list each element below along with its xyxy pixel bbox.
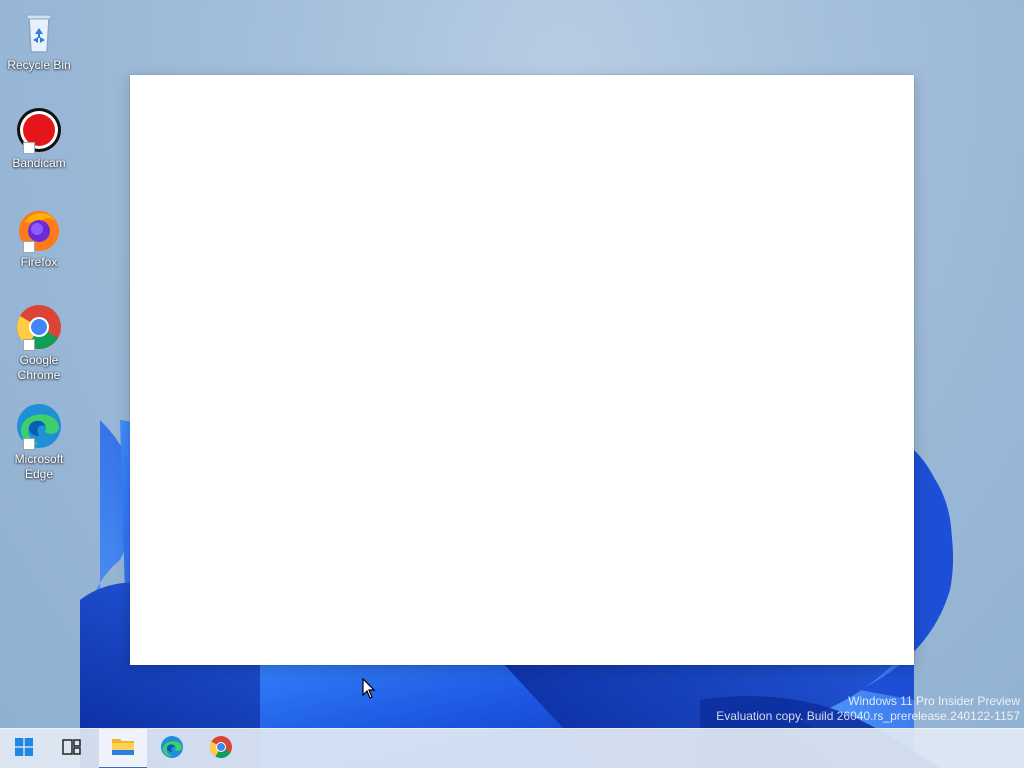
watermark-edition: Windows 11 Pro Insider Preview	[848, 694, 1020, 708]
start-button[interactable]	[0, 729, 48, 768]
shortcut-arrow-icon	[23, 142, 35, 154]
file-explorer-taskbar-button[interactable]	[99, 729, 147, 768]
chrome-icon	[15, 303, 63, 351]
task-view-icon	[62, 738, 82, 761]
build-watermark: Windows 11 Pro Insider Preview Evaluatio…	[716, 694, 1020, 724]
desktop-icon-firefox[interactable]: Firefox	[4, 205, 74, 270]
blank-window[interactable]	[130, 75, 914, 665]
chrome-taskbar-button[interactable]	[197, 729, 245, 768]
desktop-icon-bandicam[interactable]: Bandicam	[4, 106, 74, 171]
recycle-bin-icon	[15, 8, 63, 56]
watermark-build: Evaluation copy. Build 26040.rs_prerelea…	[716, 709, 1020, 723]
edge-taskbar-button[interactable]	[148, 729, 196, 768]
shortcut-arrow-icon	[23, 438, 35, 450]
desktop-icon-label: Recycle Bin	[7, 58, 71, 72]
chrome-icon	[209, 735, 233, 764]
file-explorer-icon	[111, 735, 135, 762]
mouse-cursor-icon	[362, 678, 376, 699]
desktop-icon-label: Firefox	[20, 255, 58, 269]
desktop-icon-microsoft-edge[interactable]: Microsoft Edge	[4, 402, 74, 482]
desktop-icon-google-chrome[interactable]: Google Chrome	[4, 303, 74, 383]
shortcut-arrow-icon	[23, 241, 35, 253]
task-view-button[interactable]	[48, 729, 96, 768]
shortcut-arrow-icon	[23, 339, 35, 351]
edge-icon	[15, 402, 63, 450]
desktop: Recycle Bin Bandicam Firefox Google Chro…	[0, 0, 1024, 768]
edge-icon	[160, 735, 184, 764]
desktop-icon-label: Bandicam	[12, 156, 66, 170]
desktop-icon-label: Microsoft Edge	[14, 452, 64, 481]
desktop-icon-label: Google Chrome	[17, 353, 61, 382]
desktop-icon-recycle-bin[interactable]: Recycle Bin	[4, 8, 74, 73]
windows-start-icon	[15, 737, 33, 761]
taskbar	[0, 728, 1024, 768]
firefox-icon	[15, 205, 63, 253]
bandicam-icon	[15, 106, 63, 154]
